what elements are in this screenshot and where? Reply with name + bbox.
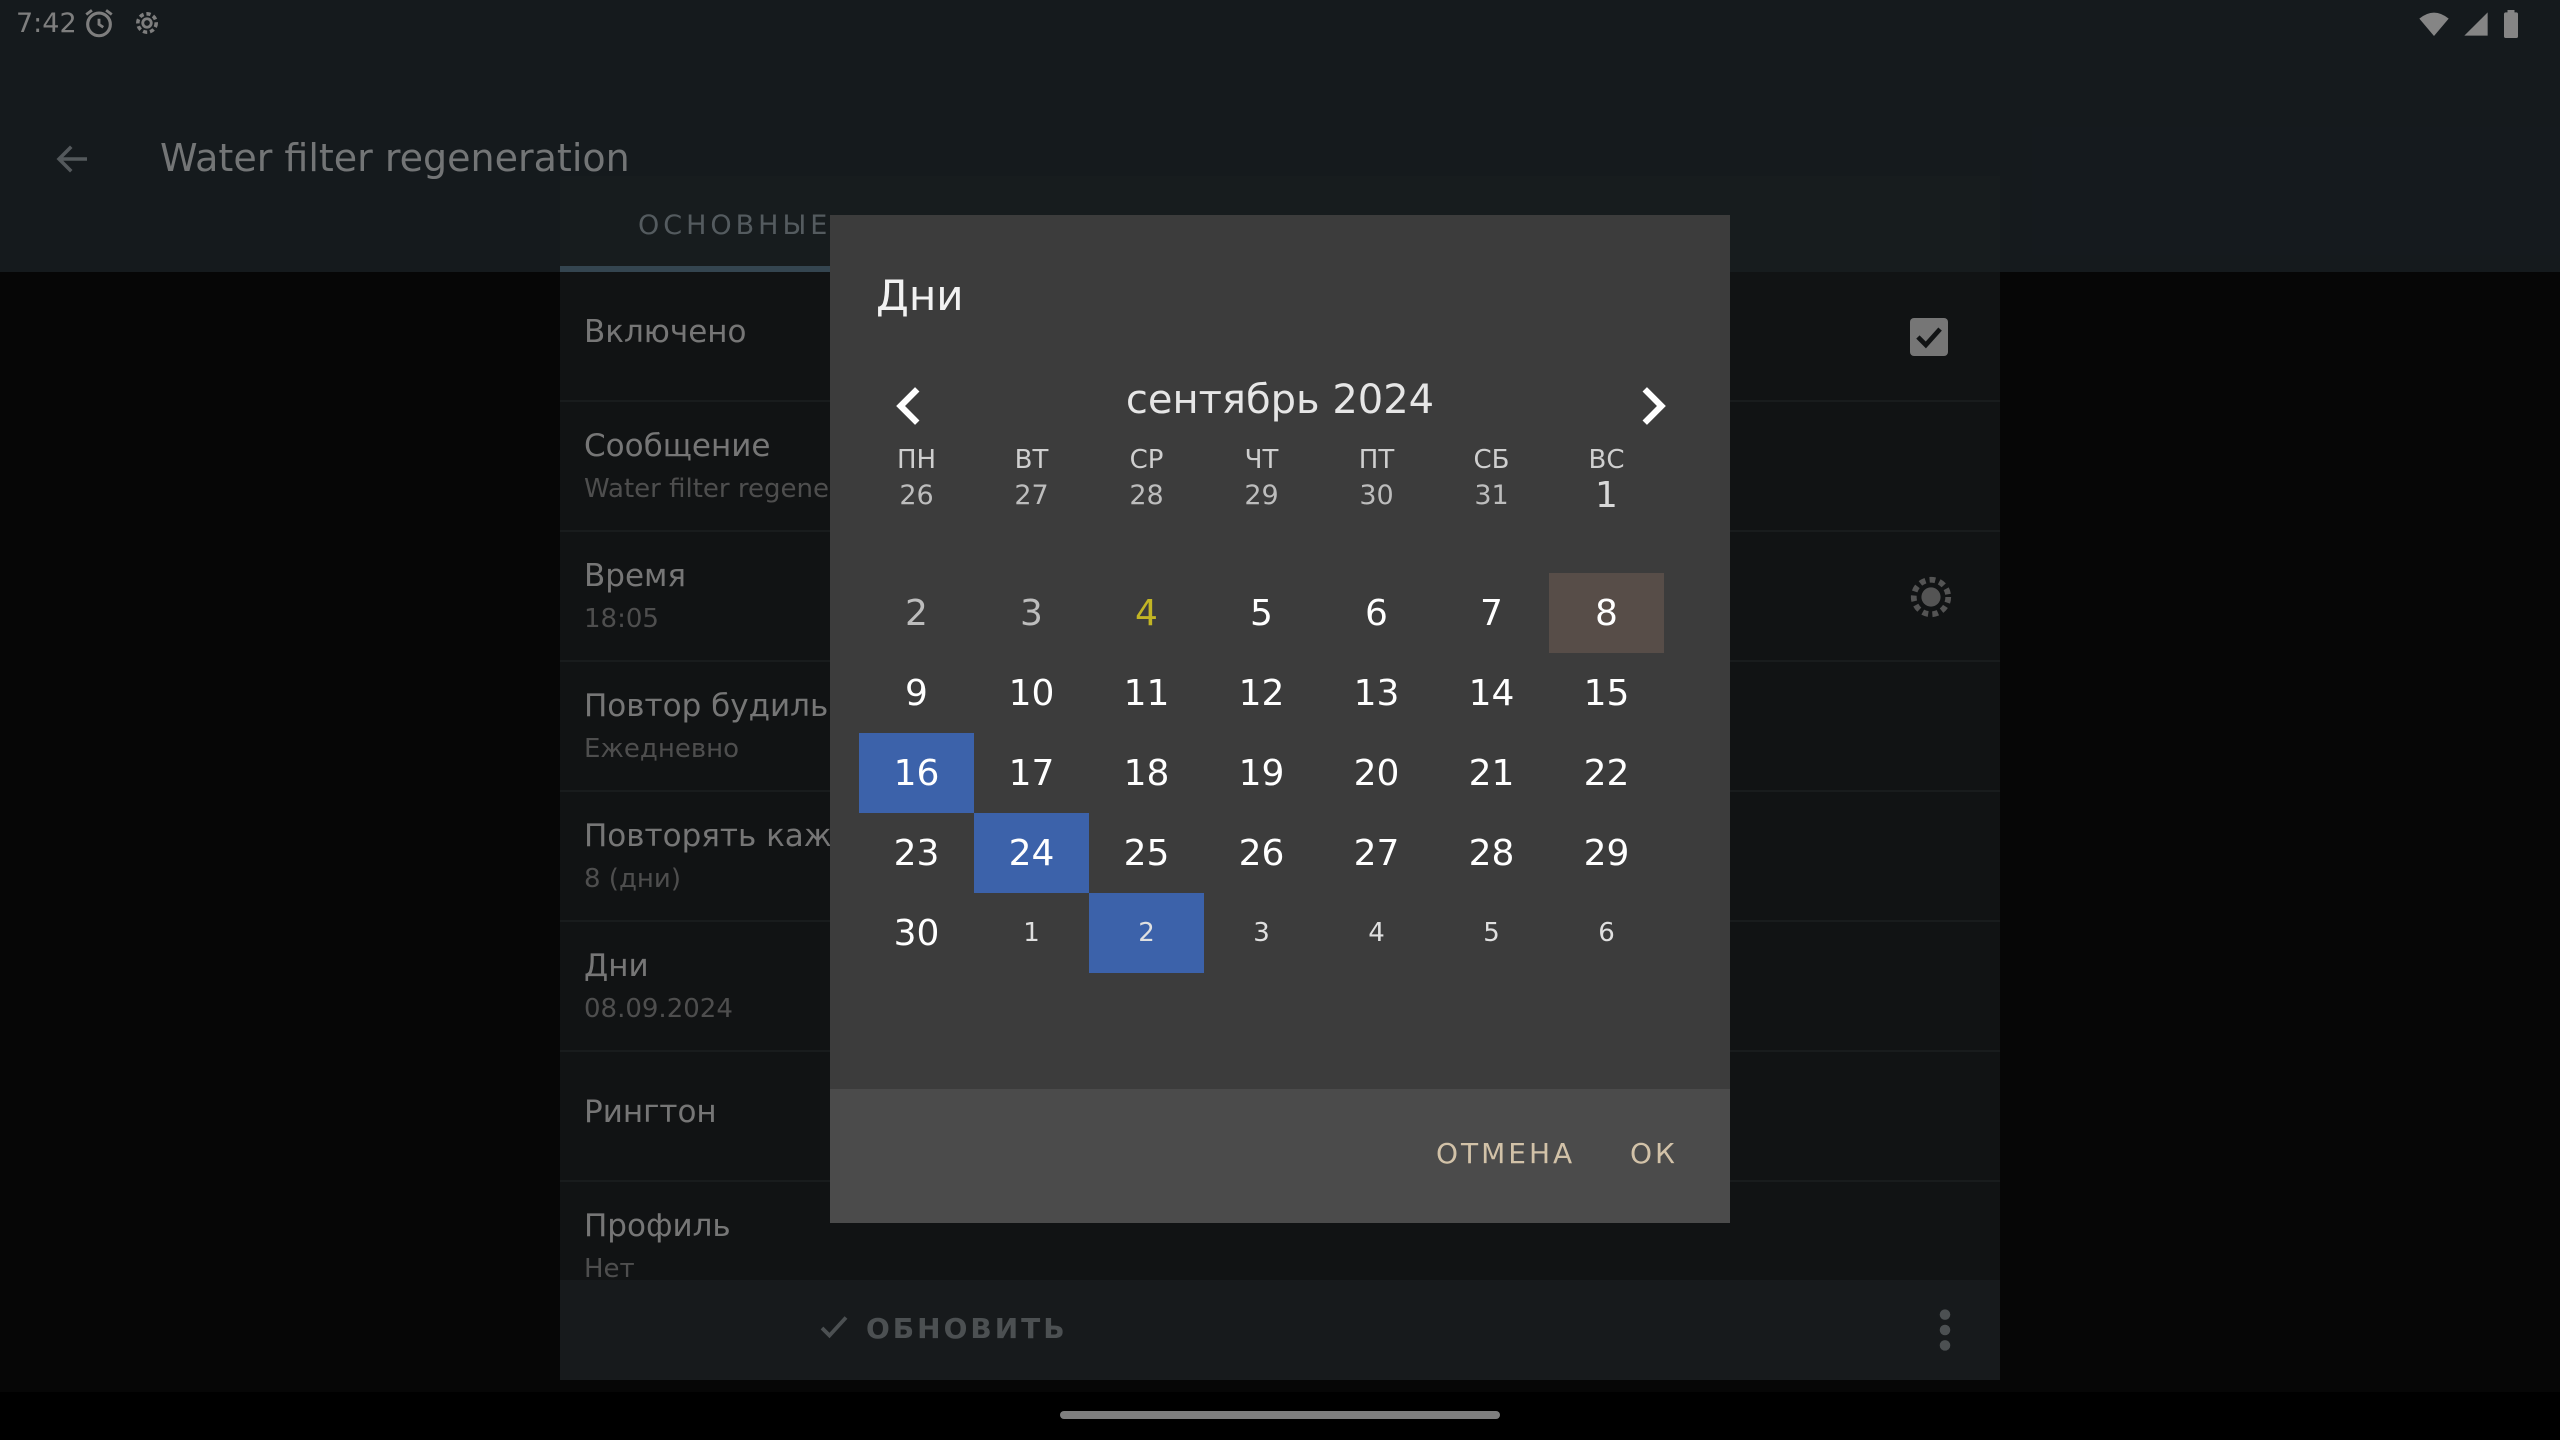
calendar-day[interactable]: 23	[859, 813, 974, 893]
calendar-day[interactable]: 17	[974, 733, 1089, 813]
calendar-day[interactable]: 30	[859, 893, 974, 973]
calendar-day[interactable]: 3	[1204, 893, 1319, 973]
calendar-day[interactable]: 24	[974, 813, 1089, 893]
calendar-day[interactable]: 10	[974, 653, 1089, 733]
calendar-day[interactable]: 5	[1204, 573, 1319, 653]
calendar-day[interactable]: 6	[1319, 573, 1434, 653]
cancel-button[interactable]: ОТМЕНА	[1436, 1137, 1575, 1170]
calendar-day[interactable]: 29	[1204, 467, 1319, 523]
calendar-day[interactable]: 27	[974, 467, 1089, 523]
calendar-day[interactable]: 19	[1204, 733, 1319, 813]
calendar-day[interactable]: 26	[1204, 813, 1319, 893]
dialog-title: Дни	[876, 271, 964, 320]
calendar-day[interactable]: 18	[1089, 733, 1204, 813]
calendar-day[interactable]: 20	[1319, 733, 1434, 813]
calendar-day[interactable]: 8	[1549, 573, 1664, 653]
calendar-day[interactable]: 15	[1549, 653, 1664, 733]
calendar-day[interactable]: 27	[1319, 813, 1434, 893]
calendar-day[interactable]: 6	[1549, 893, 1664, 973]
month-year-label: сентябрь 2024	[1125, 377, 1435, 423]
calendar-day[interactable]: 7	[1434, 573, 1549, 653]
calendar-day[interactable]: 14	[1434, 653, 1549, 733]
calendar-day[interactable]: 29	[1549, 813, 1664, 893]
calendar-day[interactable]: 25	[1089, 813, 1204, 893]
calendar-day[interactable]: 1	[974, 893, 1089, 973]
ok-button[interactable]: ОК	[1630, 1137, 1678, 1170]
calendar-day[interactable]: 16	[859, 733, 974, 813]
calendar-day[interactable]: 4	[1089, 573, 1204, 653]
calendar-day[interactable]: 3	[974, 573, 1089, 653]
calendar-day[interactable]: 4	[1319, 893, 1434, 973]
calendar-day[interactable]: 28	[1434, 813, 1549, 893]
date-picker-dialog: Дни сентябрь 2024 ПН ВТ СР ЧТ ПТ СБ ВС 26 27 28 2…	[830, 215, 1730, 1223]
calendar-day[interactable]: 12	[1204, 653, 1319, 733]
calendar-day[interactable]: 31	[1434, 467, 1549, 523]
calendar-day[interactable]: 13	[1319, 653, 1434, 733]
calendar-day[interactable]: 28	[1089, 467, 1204, 523]
calendar-day[interactable]: 26	[859, 467, 974, 523]
calendar-day[interactable]: 9	[859, 653, 974, 733]
calendar-day[interactable]: 5	[1434, 893, 1549, 973]
next-month-chevron-icon[interactable]	[1626, 381, 1676, 431]
dialog-footer: ОТМЕНА ОК	[830, 1089, 1730, 1223]
calendar-day[interactable]: 22	[1549, 733, 1664, 813]
calendar-day[interactable]: 1	[1549, 467, 1664, 523]
calendar-day[interactable]: 2	[859, 573, 974, 653]
calendar-day[interactable]: 30	[1319, 467, 1434, 523]
calendar-day[interactable]: 2	[1089, 893, 1204, 973]
calendar-day[interactable]: 11	[1089, 653, 1204, 733]
calendar-day[interactable]: 21	[1434, 733, 1549, 813]
